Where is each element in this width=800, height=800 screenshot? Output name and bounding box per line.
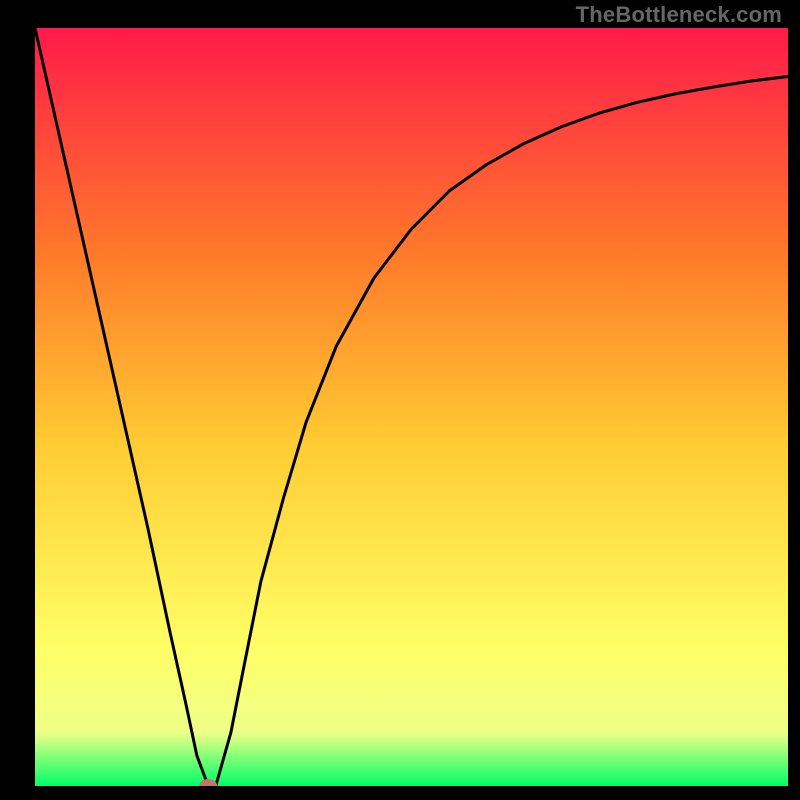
chart-container: TheBottleneck.com — [0, 0, 800, 800]
frame-right — [788, 0, 800, 800]
watermark-text: TheBottleneck.com — [576, 2, 782, 28]
bottleneck-chart — [0, 0, 800, 800]
plot-background — [35, 28, 788, 786]
frame-bottom — [0, 786, 800, 800]
frame-left — [0, 0, 35, 800]
